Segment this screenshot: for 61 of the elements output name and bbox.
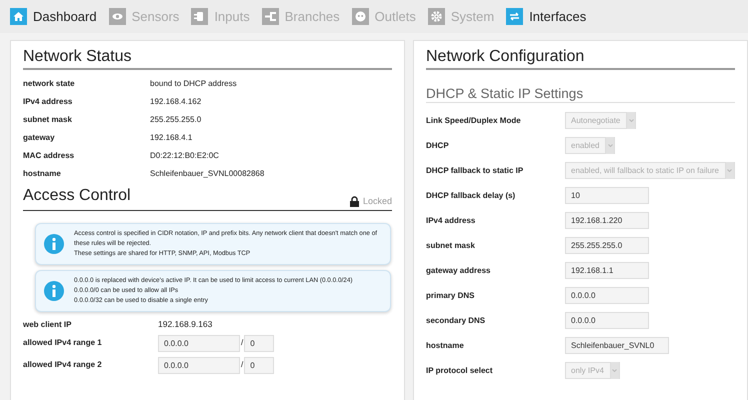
field-value: 192.168.9.163 [158,318,212,331]
text-input[interactable]: 0.0.0.0 [565,312,649,330]
field-value: 255.255.255.0 [150,114,202,126]
field-label: DHCP [426,140,450,152]
ip-input[interactable]: 0.0.0.0 [158,334,240,352]
field-label: Link Speed/Duplex Mode [426,114,522,127]
field-label: network state [23,78,76,90]
field-label: MAC address [23,150,76,162]
field-value: 192.168.4.162 [150,96,202,108]
section-title: Network Status [23,47,392,70]
nav-tab[interactable]: Dashboard [10,6,105,26]
caret-icon [628,119,634,122]
text-input[interactable]: 10 [565,187,649,204]
gear-icon [428,8,445,25]
branch-icon [262,8,279,25]
plug-icon [191,8,208,25]
text-input[interactable]: 192.168.1.220 [565,212,649,230]
field-label: IP protocol select [426,364,494,377]
section-title: Network Configuration [426,47,735,70]
field-label: subnet mask [23,114,73,126]
prefix-separator: / [241,359,244,372]
field-label: gateway address [426,264,492,277]
section-subtitle: DHCP & Static IP Settings [426,86,735,104]
nav-tab[interactable]: Interfaces [506,6,594,26]
field-label: DHCP fallback delay (s) [426,190,516,202]
field-value: bound to DHCP address [150,78,237,90]
prefix-separator: / [241,337,244,350]
info-icon [44,281,64,302]
eye-icon [108,8,126,25]
home-icon [10,8,27,25]
field-label: gateway [23,132,56,144]
field-label: IPv4 address [426,214,476,227]
field-label: DHCP fallback to static IP [426,164,524,177]
lock-status: Locked [362,194,392,208]
caret-icon [612,369,618,372]
field-label: primary DNS [426,290,476,302]
info-icon [44,234,64,254]
section-title: Access Control [23,186,131,206]
prefix-input[interactable]: 0 [244,356,274,374]
field-label: hostname [23,168,62,180]
field-label: subnet mask [426,240,476,252]
field-value: 192.168.4.1 [150,132,192,144]
padlock-icon [350,196,359,207]
field-label: allowed IPv4 range 2 [23,359,103,372]
field-label: web client IP [23,318,72,331]
text-input[interactable]: 255.255.255.0 [565,237,649,254]
socket-icon [352,8,369,25]
prefix-input[interactable]: 0 [244,334,274,352]
arrows-icon [506,8,524,25]
field-value: D0:22:12:B0:E2:0C [150,150,219,162]
caret-icon [608,144,613,148]
field-label: allowed IPv4 range 1 [23,337,103,350]
text-input[interactable]: 0.0.0.0 [565,287,649,304]
ip-input[interactable]: 0.0.0.0 [158,356,240,374]
text-input[interactable]: 192.168.1.1 [565,262,649,280]
field-value: Schleifenbauer_SVNL00082868 [150,168,264,180]
field-label: IPv4 address [23,96,74,108]
field-label: hostname [426,340,465,352]
text-input[interactable]: Schleifenbauer_SVNL0 [565,337,669,354]
field-label: secondary DNS [426,314,486,327]
caret-icon [727,169,732,172]
